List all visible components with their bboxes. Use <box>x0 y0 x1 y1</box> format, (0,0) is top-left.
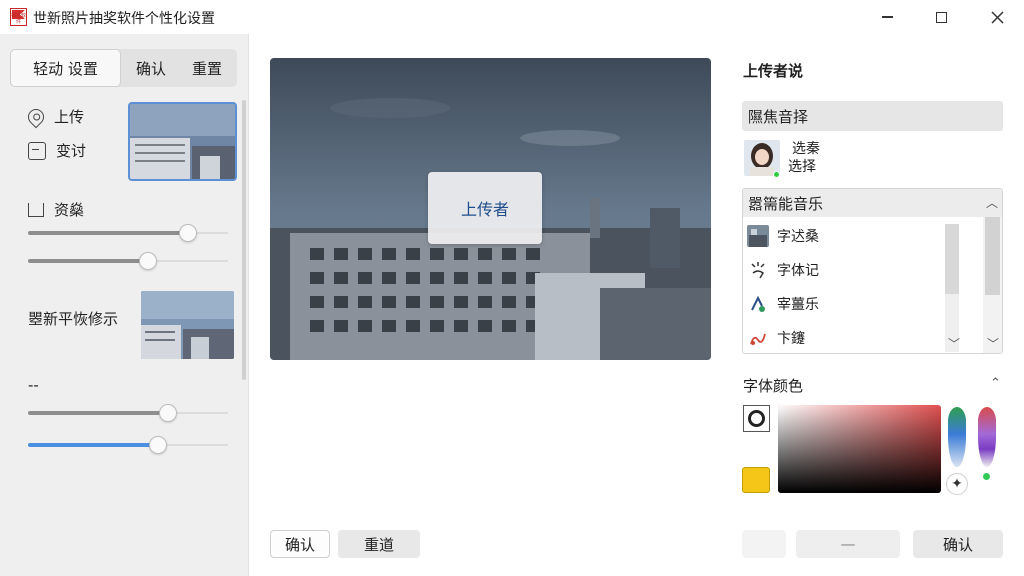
music-item-label: 卞鑳 <box>777 331 805 347</box>
list-item[interactable]: 字迖桑 <box>747 222 819 250</box>
dash-button[interactable]: — <box>796 530 900 558</box>
chevron-down-icon[interactable]: ﹀ <box>948 335 960 352</box>
palette-icon <box>747 293 769 315</box>
hue-slider[interactable] <box>948 407 966 467</box>
sidebar-item-label: 上传 <box>54 108 85 126</box>
music-thumb-icon <box>747 225 769 247</box>
window-title: 世新照片抽奖软件个性化设置 <box>33 11 215 27</box>
music-list-header[interactable]: 嚣篅能音乐 <box>743 189 1002 217</box>
title-bar: 抽奖软件 世新照片抽奖软件个性化设置 <box>0 0 1024 34</box>
music-list: 嚣篅能音乐 ︿ 字迖桑 字体记 宰薑乐 卞鑳 ﹀ ﹀ <box>742 188 1003 354</box>
slider-knob[interactable] <box>139 252 157 270</box>
app-logo-icon: 抽奖软件 <box>10 8 27 26</box>
background-thumbnail[interactable] <box>141 291 234 359</box>
slider-knob[interactable] <box>149 436 167 454</box>
ring-icon <box>748 410 765 427</box>
confirm-button[interactable]: 确认 <box>270 530 330 558</box>
tab-reset[interactable]: 重置 <box>180 49 234 87</box>
slider-knob[interactable] <box>179 224 197 242</box>
alpha-slider[interactable] <box>978 407 996 467</box>
sidebar-tabs: 轻动 设置 确认 重置 <box>10 49 237 87</box>
online-status-icon <box>773 171 780 178</box>
sidebar-item-label: 资燊 <box>54 201 85 219</box>
box-icon <box>28 141 46 160</box>
uploader-title: 上传者说 <box>743 62 804 80</box>
background-label: 瞾新平恢修示 <box>28 310 119 328</box>
sidebar: 轻动 设置 确认 重置 上传 变讨 资燊 瞾新平恢修示 -- <box>0 34 249 576</box>
slider-1[interactable] <box>28 223 228 243</box>
tab-confirm[interactable]: 确认 <box>126 49 176 87</box>
selected-thumbnail[interactable] <box>128 102 237 181</box>
list-item[interactable]: 卞鑳 <box>747 324 805 352</box>
music-item-label: 宰薑乐 <box>777 297 819 313</box>
sidebar-scrollbar[interactable] <box>242 100 246 380</box>
slider-3[interactable] <box>28 403 228 423</box>
note-icon <box>747 327 769 349</box>
city-thumbnail-image <box>130 104 235 179</box>
upload-overlay-button[interactable]: 上传者 <box>428 172 542 244</box>
list-item[interactable]: 字体记 <box>747 256 819 284</box>
status-dot-icon <box>983 473 990 480</box>
user-action: 选择 <box>788 159 816 175</box>
list-item[interactable]: 宰薑乐 <box>747 290 819 318</box>
close-button[interactable] <box>974 0 1020 34</box>
close-icon <box>990 10 1004 24</box>
right-confirm-button[interactable]: 确认 <box>913 530 1003 558</box>
chevron-up-icon[interactable]: ⌃ <box>990 376 1001 391</box>
chevron-down-icon[interactable]: ﹀ <box>987 335 999 352</box>
slider-knob[interactable] <box>159 404 177 422</box>
eyedropper-button[interactable] <box>743 405 770 432</box>
minimize-button[interactable] <box>864 0 910 34</box>
add-color-button[interactable]: ✦ <box>946 473 968 495</box>
tab-settings[interactable]: 轻动 设置 <box>10 49 121 87</box>
sidebar-item-resource[interactable]: 资燊 <box>28 199 84 220</box>
music-item-label: 字迖桑 <box>777 229 819 245</box>
maximize-button[interactable] <box>918 0 964 34</box>
sidebar-item-upload[interactable]: 上传 <box>24 105 85 128</box>
city-thumbnail-image <box>141 291 234 359</box>
font-color-title: 字体颜色 <box>743 377 804 395</box>
dash-label: -- <box>28 376 39 394</box>
music-outer-scrollbar[interactable] <box>983 217 1002 353</box>
sidebar-item-label: 变讨 <box>56 142 87 160</box>
selected-color-swatch[interactable] <box>742 467 770 493</box>
chevron-up-icon[interactable]: ︿ <box>986 194 998 211</box>
user-name: 选秦 <box>792 141 820 157</box>
sidebar-item-change[interactable]: 变讨 <box>28 140 86 161</box>
slider-4[interactable] <box>28 435 228 455</box>
select-section-header[interactable]: 隰焦音择 <box>742 101 1003 131</box>
music-inner-scrollbar[interactable] <box>945 224 959 352</box>
bracket-icon <box>28 202 44 217</box>
slider-2[interactable] <box>28 251 228 271</box>
user-info: 选秦 选择 <box>784 140 820 176</box>
pin-icon <box>24 105 48 128</box>
blank-button[interactable] <box>742 530 786 558</box>
color-picker-area[interactable] <box>778 405 941 493</box>
reset-button[interactable]: 重道 <box>338 530 420 558</box>
sparkle-icon <box>747 259 769 281</box>
music-item-label: 字体记 <box>777 263 819 279</box>
